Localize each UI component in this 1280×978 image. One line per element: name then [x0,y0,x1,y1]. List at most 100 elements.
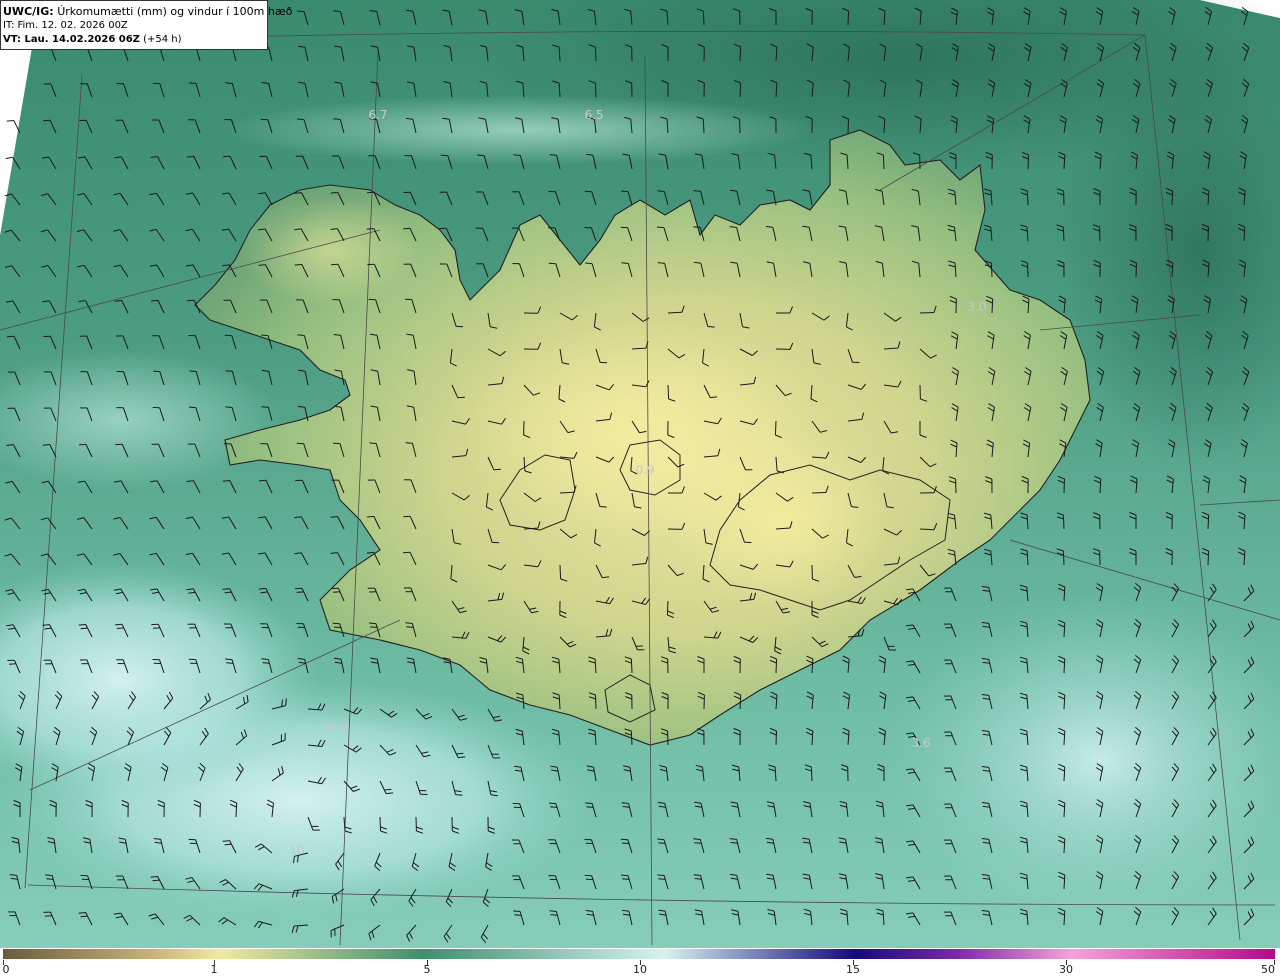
wind-barb-staff [1027,154,1030,170]
model-code: UWC/IG: [3,5,54,18]
wind-barb-staff [1135,262,1137,278]
wind-barb-flag [585,262,593,265]
wind-barb-flag [332,442,341,445]
wind-barb-staff [594,46,597,62]
wind-barb-flag [226,662,234,664]
highland-hot-2 [670,430,890,610]
wind-barb-flag [477,154,485,157]
colorbar-label-30: 30 [1059,963,1073,976]
wind-barb-flag [550,914,558,916]
wind-barb-flag [455,794,463,796]
wind-barb-staff [667,384,670,400]
contour-label-0-9: 0.9 [635,463,655,477]
wind-barb-flag [258,479,267,482]
wind-barb-flag [331,263,339,266]
wind-barb-flag [621,190,629,193]
wind-barb-flag [694,842,702,844]
wind-barb-staff [882,154,885,170]
shade-band-north [220,95,820,165]
wind-barb-flag [7,335,15,338]
wind-barb-flag [258,587,266,590]
wind-barb-flag [657,838,665,841]
wind-barb-flag [45,874,53,876]
wind-barb-flag [656,226,665,229]
wind-barb-staff [775,658,778,674]
wind-barb-flag [261,658,269,660]
wind-barb-flag [222,480,230,482]
wind-barb-staff [379,816,381,832]
wind-barb-flag [294,263,302,266]
valid-time-line: VT: Lau. 14.02.2026 06Z (+54 h) [3,33,267,47]
wind-barb-flag [405,622,413,624]
wind-barb-flag [548,802,556,805]
wind-barb-flag [710,396,718,399]
wind-barb-flag [693,226,701,228]
wind-barb-staff [1207,226,1209,242]
wind-barb-flag [295,587,303,590]
contour-label-10: 10 [289,843,305,857]
wind-barb-flag [297,118,305,121]
colorbar-label-50: 50 [1261,963,1275,976]
wind-barb-flag [406,626,414,628]
wind-barb-flag [693,874,701,876]
wind-barb-flag [658,878,666,880]
wind-barb-flag [297,10,305,13]
wind-barb-flag [225,370,233,372]
colorbar-label-10: 10 [633,963,647,976]
wind-barb-flag [6,120,14,122]
wind-barb-staff [630,658,633,674]
wind-barb-flag [621,802,629,804]
wind-barb-flag [550,806,558,808]
wind-barb-staff [235,802,238,818]
wind-barb-flag [369,622,377,625]
wind-barb-flag [693,838,701,840]
wind-barb-flag [513,154,521,156]
wind-barb-staff [1207,514,1210,530]
wind-barb-staff [702,118,705,134]
wind-barb-staff [847,10,850,26]
wind-barb-flag [78,624,86,626]
wind-barb-flag [370,626,378,628]
wind-barb-flag [114,300,122,302]
colorbar-label-15: 15 [846,963,860,976]
colorbar-label-5: 5 [423,963,431,976]
init-time: IT: Fim. 12. 02. 2026 00Z [3,20,128,31]
wind-barb-flag [369,442,377,444]
colorbar-label-1: 1 [210,963,218,976]
wind-barb-flag [458,756,466,759]
wind-barb-flag [152,879,160,882]
wind-barb-flag [514,914,522,916]
colorbar-gradient [3,949,1275,959]
wind-barb-staff [739,82,742,98]
wind-barb-staff [810,766,813,782]
wind-barb-flag [658,842,666,844]
wind-barb-staff [1062,226,1065,242]
contour-label-6-7: 6.7 [368,108,388,122]
wind-barb-flag [513,910,521,912]
wind-barb-flag [621,262,629,264]
wind-barb-flag [296,591,304,593]
wind-barb-flag [223,155,231,158]
wind-barb-staff [595,694,597,710]
contour-label-3-6: 3.6 [911,736,931,750]
wind-barb-flag [599,506,607,508]
map-title: Úrkomumætti (mm) og vindur í 100m hæð [57,5,293,18]
wind-barb-staff [1062,514,1065,530]
wind-barb-staff [666,600,669,616]
wind-barb-staff [991,298,994,314]
wind-barb-flag [225,406,233,408]
wind-barb-flag [189,82,197,84]
wind-barb-flag [366,551,374,554]
wind-barb-flag [403,551,411,554]
wind-barb-flag [80,627,88,630]
wind-barb-staff [990,262,993,278]
wind-barb-flag [261,406,269,408]
wind-barb-flag [187,299,195,302]
wind-barb-flag [333,118,341,120]
contour-label-10-3: 10.3 [321,720,349,734]
wind-barb-staff [559,491,575,494]
wind-barb-staff [1026,190,1029,206]
wind-barb-flag [262,662,270,664]
wind-barb-flag [46,878,54,880]
wind-barb-flag [456,752,464,755]
